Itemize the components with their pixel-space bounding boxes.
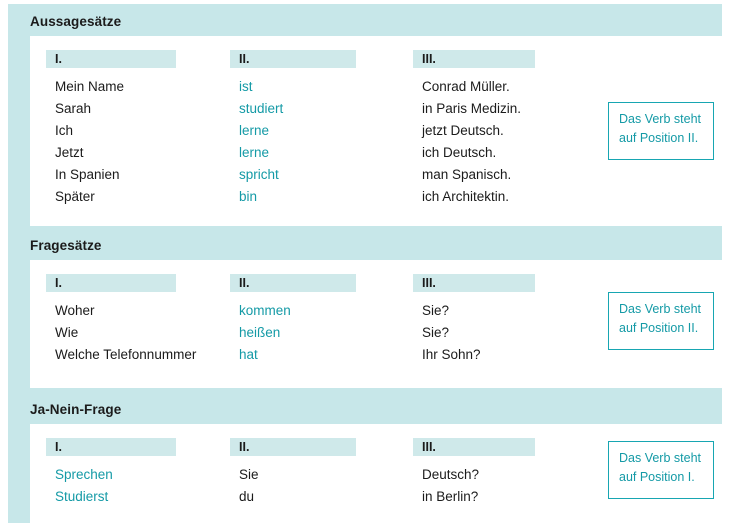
cell-row6-c2: bin <box>239 189 258 204</box>
column-header-label: II. <box>239 52 250 66</box>
cell-row5-c1: In Spanien <box>55 167 120 182</box>
cell-row3-c3: Ihr Sohn? <box>422 347 481 362</box>
column-header-label: III. <box>422 440 436 454</box>
column-header-2: II. <box>230 50 356 68</box>
cell-row5-c2: spricht <box>239 167 279 182</box>
cell-row1-c2: Sie <box>239 467 259 482</box>
cell-row2-c3: in Berlin? <box>422 489 479 504</box>
cell-row1-c3: Sie? <box>422 303 450 318</box>
grammar-panel: Aussagesätze I. II. III. Mein Name ist Conrad … <box>8 4 722 527</box>
column-header-2: II. <box>230 274 356 292</box>
cell-row2-c2: heißen <box>239 325 281 340</box>
section-title: Aussagesätze <box>30 14 122 29</box>
column-header-label: II. <box>239 276 250 290</box>
column-header-1: I. <box>46 274 176 292</box>
column-header-3: III. <box>413 274 535 292</box>
column-header-label: I. <box>55 440 62 454</box>
cell-row3-c2: lerne <box>239 123 270 138</box>
cell-row1-c3: Conrad Müller. <box>422 79 510 94</box>
cell-row4-c3: ich Deutsch. <box>422 145 497 160</box>
section-header-band: Fragesätze <box>8 232 722 260</box>
rule-callout-3: Das Verb steht auf Position I. <box>608 441 714 499</box>
rule-callout-2: Das Verb steht auf Position II. <box>608 292 714 350</box>
cell-row6-c1: Später <box>55 189 95 204</box>
cell-row3-c1: Welche Telefonnummer <box>55 347 197 362</box>
rule-callout-text: auf Position II. <box>619 131 699 145</box>
cell-row6-c3: ich Architektin. <box>422 189 510 204</box>
column-header-label: III. <box>422 52 436 66</box>
cell-row1-c1: Woher <box>55 303 95 318</box>
rule-callout-text: Das Verb steht <box>619 451 701 465</box>
cell-row3-c3: jetzt Deutsch. <box>422 123 504 138</box>
cell-row2-c1: Wie <box>55 325 79 340</box>
cell-row1-c1: Mein Name <box>55 79 125 94</box>
cell-row1-c2: kommen <box>239 303 291 318</box>
section-header-band: Aussagesätze <box>8 8 722 36</box>
cell-row1-c2: ist <box>239 79 253 94</box>
rule-callout-1: Das Verb steht auf Position II. <box>608 102 714 160</box>
column-header-label: II. <box>239 440 250 454</box>
cell-row4-c1: Jetzt <box>55 145 84 160</box>
cell-row2-c1: Studierst <box>55 489 109 504</box>
cell-row2-c2: studiert <box>239 101 284 116</box>
rule-callout-text: auf Position I. <box>619 470 695 484</box>
column-header-1: I. <box>46 438 176 456</box>
cell-row2-c1: Sarah <box>55 101 92 116</box>
cell-row5-c3: man Spanisch. <box>422 167 512 182</box>
section-header-band: Ja-Nein-Frage <box>8 396 722 424</box>
column-header-label: III. <box>422 276 436 290</box>
column-header-2: II. <box>230 438 356 456</box>
section-title: Ja-Nein-Frage <box>30 402 122 417</box>
section-title: Fragesätze <box>30 238 102 253</box>
cell-row2-c2: du <box>239 489 255 504</box>
cell-row2-c3: in Paris Medizin. <box>422 101 522 116</box>
column-header-1: I. <box>46 50 176 68</box>
rule-callout-text: Das Verb steht <box>619 112 701 126</box>
column-header-label: I. <box>55 276 62 290</box>
cell-row1-c1: Sprechen <box>55 467 113 482</box>
rule-callout-text: Das Verb steht <box>619 302 701 316</box>
rule-callout-text: auf Position II. <box>619 321 699 335</box>
cell-row3-c2: hat <box>239 347 258 362</box>
column-header-3: III. <box>413 438 535 456</box>
cell-row4-c2: lerne <box>239 145 270 160</box>
column-header-label: I. <box>55 52 62 66</box>
cell-row2-c3: Sie? <box>422 325 450 340</box>
column-header-3: III. <box>413 50 535 68</box>
cell-row1-c3: Deutsch? <box>422 467 480 482</box>
cell-row3-c1: Ich <box>55 123 74 138</box>
